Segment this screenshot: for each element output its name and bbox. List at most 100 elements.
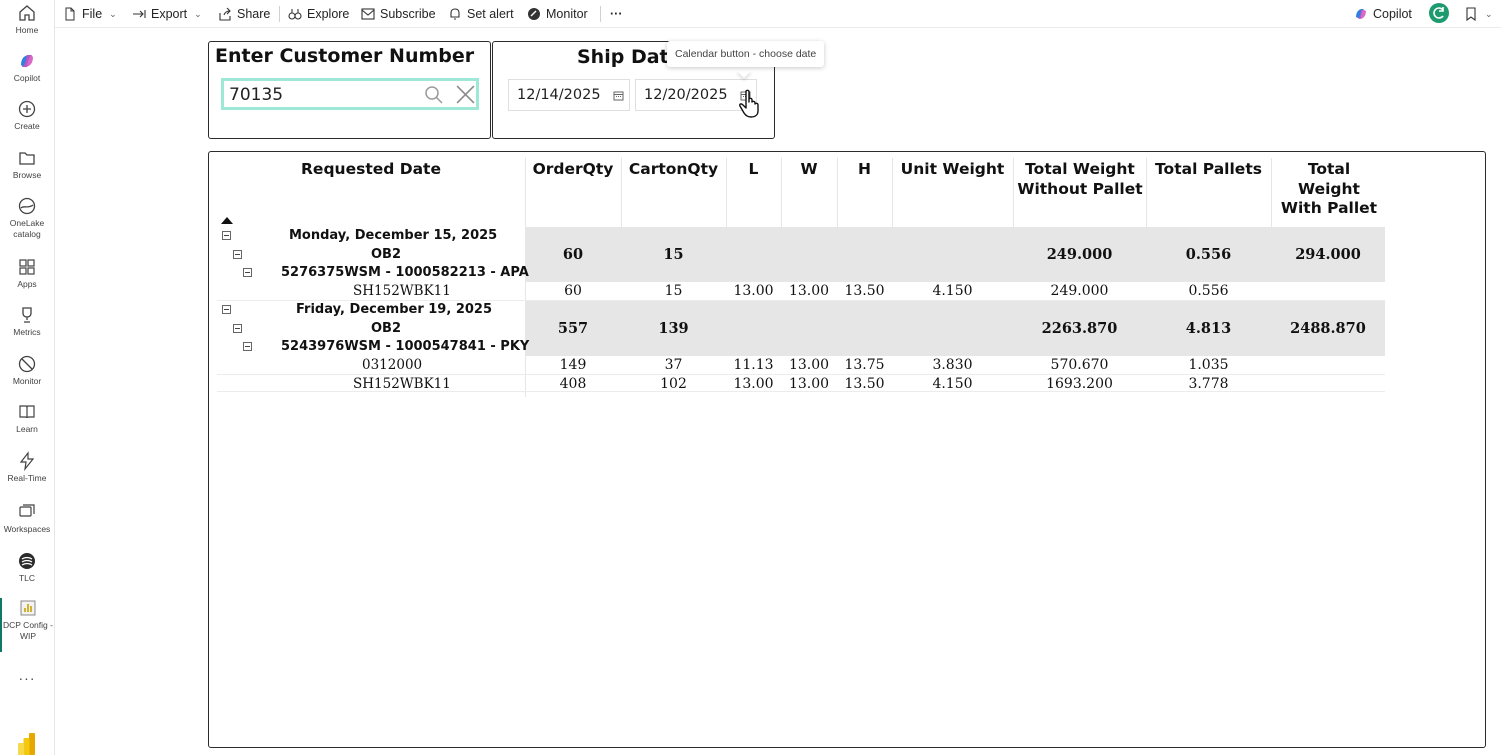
cell-unit-weight: 4.150 — [932, 283, 973, 299]
rail-item-apps[interactable]: Apps — [0, 257, 54, 290]
rail-item-real-time[interactable]: Real-Time — [0, 451, 54, 484]
collapse-icon[interactable] — [222, 231, 231, 240]
collapse-icon[interactable] — [233, 250, 242, 259]
tlc-logo-icon — [19, 553, 35, 569]
cell-total-pallets: 0.556 — [1188, 283, 1229, 299]
header-total-weight-without-pallet[interactable]: Total Weight Without Pallet — [1017, 160, 1143, 199]
file-menu[interactable]: File ⌄ — [63, 5, 117, 23]
rail-item-tlc[interactable]: TLC — [0, 551, 54, 584]
cell-carton-qty: 139 — [658, 320, 689, 337]
start-date-input[interactable]: 12/14/2025 — [508, 79, 630, 111]
set-alert-button[interactable]: Set alert — [448, 5, 514, 23]
rail-item-monitor[interactable]: Monitor — [0, 354, 54, 387]
copilot-icon — [21, 55, 33, 67]
table-row: OB2 60 15 249.000 0.556 294.000 — [217, 245, 1385, 264]
cell-order-qty: 60 — [562, 246, 584, 263]
row-label: OB2 — [371, 321, 402, 336]
rail-item-browse[interactable]: Browse — [0, 148, 54, 181]
file-label: File — [82, 7, 103, 21]
export-menu[interactable]: Export ⌄ — [132, 5, 202, 23]
header-unit-weight[interactable]: Unit Weight — [892, 160, 1013, 180]
customer-number-title: Enter Customer Number — [215, 45, 475, 67]
file-icon — [65, 7, 75, 21]
matrix-table: Requested Date OrderQty CartonQty L W H … — [208, 151, 1486, 748]
collapse-icon[interactable] — [222, 305, 231, 314]
cell-total-pallets: 0.556 — [1185, 246, 1232, 263]
collapse-icon[interactable] — [243, 268, 252, 277]
cell-order-qty: 149 — [559, 357, 587, 373]
header-w[interactable]: W — [781, 160, 837, 180]
rail-item-metrics[interactable]: Metrics — [0, 305, 54, 338]
cell-l: 11.13 — [733, 357, 774, 373]
cell-w: 13.00 — [788, 357, 830, 373]
header-carton-qty[interactable]: CartonQty — [621, 160, 726, 180]
rail-label-home: Home — [15, 25, 39, 35]
rail-item-dcp-config[interactable]: DCP Config - WIP — [0, 598, 54, 652]
chevron-down-icon: ⌄ — [109, 8, 117, 19]
rail-label-real-time: Real-Time — [7, 473, 47, 483]
subscribe-button[interactable]: Subscribe — [361, 5, 436, 23]
copilot-icon — [1356, 9, 1366, 19]
rail-item-learn[interactable]: Learn — [0, 402, 54, 435]
home-icon — [19, 5, 35, 21]
customer-number-input[interactable]: 70135 — [221, 78, 479, 110]
copilot-button[interactable]: Copilot — [1354, 5, 1412, 23]
more-options-button[interactable]: ··· — [610, 5, 623, 23]
row-shade — [525, 227, 1385, 245]
header-order-qty[interactable]: OrderQty — [525, 160, 621, 180]
start-date-value: 12/14/2025 — [517, 87, 601, 103]
bell-icon — [450, 8, 460, 20]
cell-h: 13.50 — [844, 376, 885, 392]
bookmark-menu[interactable]: ⌄ — [1464, 5, 1493, 23]
share-button[interactable]: Share — [218, 5, 270, 23]
export-icon — [133, 10, 146, 18]
bookmark-icon — [1466, 7, 1476, 21]
toolbar-divider — [600, 6, 601, 22]
header-total-pallets[interactable]: Total Pallets — [1146, 160, 1271, 180]
refresh-status-icon[interactable] — [1429, 3, 1449, 23]
cell-total-weight-without-pallet: 249.000 — [1046, 246, 1113, 263]
report-canvas: Enter Customer Number 70135 Ship Date 12… — [55, 29, 1501, 755]
share-icon — [219, 7, 231, 21]
clear-icon[interactable] — [455, 84, 476, 105]
sort-ascending-icon[interactable] — [221, 217, 233, 224]
rail-item-workspaces[interactable]: Workspaces — [0, 502, 54, 535]
cell-order-qty: 408 — [559, 376, 587, 392]
header-h[interactable]: H — [837, 160, 892, 180]
customer-number-value: 70135 — [229, 85, 284, 105]
collapse-icon[interactable] — [243, 342, 252, 351]
table-row: SH152WBK11 60 15 13.00 13.00 13.50 4.150… — [217, 282, 1385, 301]
cell-unit-weight: 4.150 — [932, 376, 973, 392]
copilot-label: Copilot — [1373, 7, 1412, 21]
customer-number-slicer: Enter Customer Number 70135 — [208, 41, 491, 139]
row-label: Monday, December 15, 2025 — [289, 228, 498, 243]
powerbi-logo-icon — [18, 733, 35, 755]
header-l[interactable]: L — [726, 160, 781, 180]
subscribe-label: Subscribe — [380, 7, 436, 21]
explore-button[interactable]: Explore — [288, 5, 349, 23]
rail-more-button[interactable]: ··· — [0, 670, 54, 686]
search-icon[interactable] — [424, 85, 444, 105]
rail-item-copilot[interactable]: Copilot — [0, 51, 54, 84]
collapse-icon[interactable] — [233, 324, 242, 333]
top-toolbar: File ⌄ Export ⌄ Share Explore Subscribe Se… — [55, 0, 1501, 28]
calendar-icon[interactable] — [613, 90, 624, 101]
column-divider — [1013, 158, 1014, 233]
monitor-label: Monitor — [546, 7, 588, 21]
rail-item-onelake-catalog[interactable]: OneLake catalog — [0, 196, 54, 240]
onelake-icon — [18, 197, 36, 215]
hand-cursor-icon — [739, 89, 759, 118]
cell-order-qty: 557 — [557, 320, 589, 337]
rail-item-home[interactable]: Home — [0, 3, 54, 36]
rail-label-metrics: Metrics — [13, 327, 41, 337]
header-total-weight-with-pallet[interactable]: Total Weight With Pallet — [1277, 160, 1381, 219]
cell-total-weight-without-pallet: 2263.870 — [1041, 320, 1118, 337]
cell-carton-qty: 15 — [664, 283, 683, 299]
table-row: SH152WBK11 408 102 13.00 13.00 13.50 4.1… — [217, 375, 1385, 392]
table-row: 5276375WSM - 1000582213 - APA — [217, 264, 1385, 282]
cell-total-pallets: 3.778 — [1188, 376, 1229, 392]
monitor-button[interactable]: Monitor — [527, 5, 588, 23]
table-row: Monday, December 15, 2025 — [217, 227, 1385, 245]
header-requested-date[interactable]: Requested Date — [217, 160, 525, 180]
rail-item-create[interactable]: Create — [0, 99, 54, 132]
